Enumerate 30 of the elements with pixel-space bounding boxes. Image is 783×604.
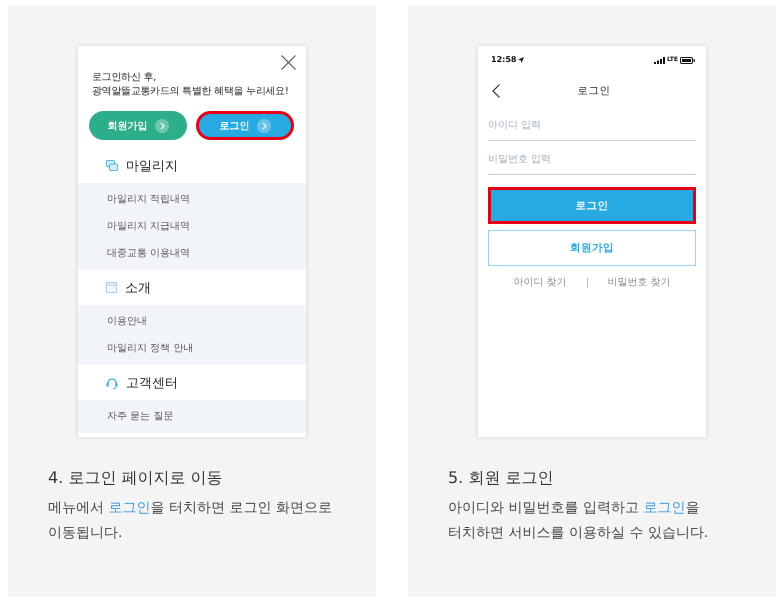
cards-icon <box>106 160 118 171</box>
section-title: 소개 <box>125 280 151 296</box>
text-link[interactable]: 비밀번호 찾기 <box>608 276 671 290</box>
text-input-field[interactable]: 아이디 입력 <box>488 111 696 141</box>
menu-item[interactable]: 마일리지 적립내역 <box>78 186 306 213</box>
menu-item[interactable]: 대중교통 이용내역 <box>78 240 306 267</box>
greeting-text: 로그인하신 후, 광역알뜰교통카드의 특별한 혜택을 누리세요! <box>91 71 290 99</box>
location-arrow-icon <box>518 57 524 63</box>
step-description: 메뉴에서 로그인을 터치하면 로그인 화면으로 이동됩니다. <box>48 499 333 543</box>
close-icon[interactable] <box>281 55 296 70</box>
signal-icon <box>654 56 665 64</box>
chevron-circle-icon <box>256 118 270 132</box>
menu-item[interactable]: 마일리지 지급내역 <box>78 213 306 240</box>
headset-icon <box>106 376 118 388</box>
text-input-field[interactable]: 비밀번호 입력 <box>488 145 696 175</box>
menu-item[interactable]: 이용안내 <box>78 308 306 335</box>
step-title: 4. 로그인 페이지로 이동 <box>48 467 224 489</box>
battery-icon <box>680 56 695 64</box>
step-description: 아이디와 비밀번호를 입력하고 로그인을 터치하면 서비스를 이용하실 수 있습니다. <box>448 499 710 543</box>
section-title: 마일리지 <box>126 158 178 174</box>
back-icon[interactable] <box>492 84 500 98</box>
section-title: 고객센터 <box>126 374 178 392</box>
screen-title: 로그인 <box>578 84 610 98</box>
window-icon <box>106 282 117 293</box>
menu-item[interactable]: 마일리지 정책 안내 <box>78 335 306 362</box>
menu-item[interactable]: 자주 묻는 질문 <box>78 403 306 430</box>
text-link[interactable]: 아이디 찾기 <box>513 276 566 290</box>
chevron-circle-icon <box>154 118 168 132</box>
status-time: 12:58 <box>491 54 516 66</box>
step-title: 5. 회원 로그인 <box>448 467 554 489</box>
